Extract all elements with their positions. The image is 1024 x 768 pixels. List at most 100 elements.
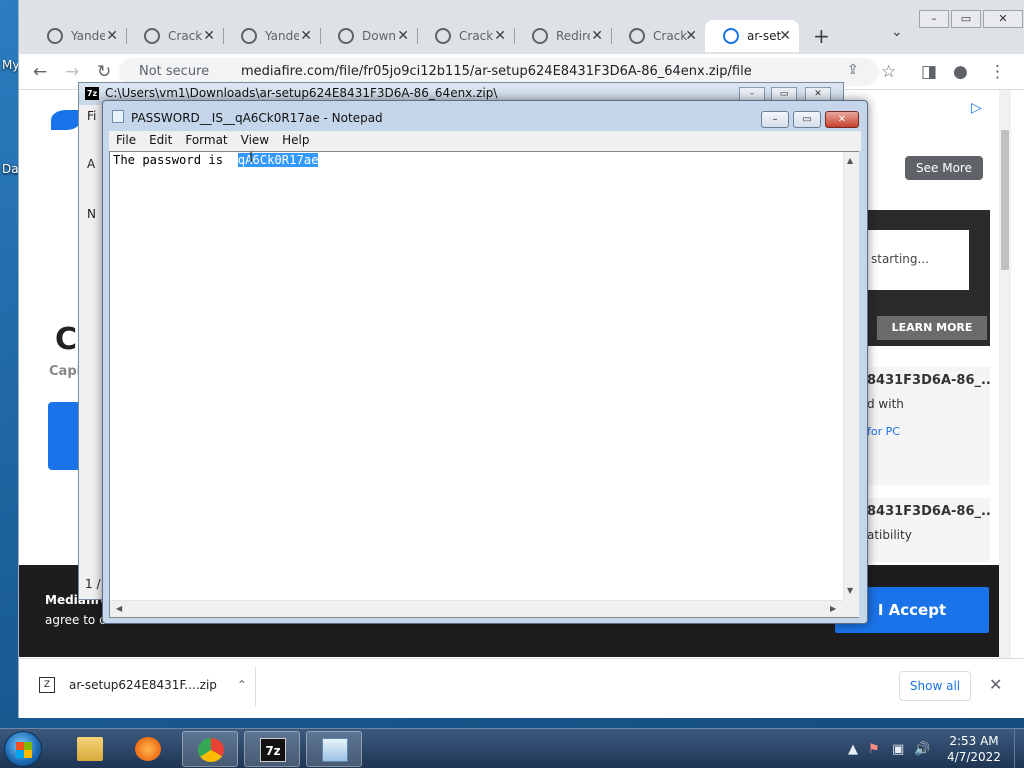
notepad-icon	[112, 110, 124, 123]
menu-help[interactable]: Help	[275, 131, 315, 151]
notepad-text-area[interactable]: The password is qA6Ck0R17ae I ▲ ▼ ◀ ▶	[109, 150, 859, 618]
tab-ar-setup[interactable]: ar-setup ✕	[705, 20, 799, 52]
ad-info-icon[interactable]: ▷	[971, 100, 982, 116]
taskbar-explorer[interactable]	[62, 731, 118, 767]
scroll-down-icon[interactable]: ▼	[847, 586, 853, 595]
maximize-button[interactable]: ▭	[793, 111, 821, 128]
taskbar-media-player[interactable]	[120, 731, 176, 767]
wordpress-icon	[47, 28, 63, 44]
show-desktop-button[interactable]	[1014, 729, 1024, 768]
download-file-name[interactable]: ar-setup624E8431F....zip	[69, 678, 217, 692]
taskbar-7zip[interactable]: 7z	[244, 731, 300, 767]
password-prefix-text: The password is	[113, 153, 238, 167]
related-file-link[interactable]: for PC	[867, 425, 900, 438]
scroll-right-icon[interactable]: ▶	[830, 604, 836, 613]
tab-close-icon[interactable]: ✕	[779, 28, 791, 44]
close-icon[interactable]: ✕	[989, 675, 1002, 694]
scroll-up-icon[interactable]: ▲	[847, 156, 853, 165]
network-icon[interactable]: ▣	[892, 742, 904, 757]
volume-icon[interactable]: 🔊	[914, 742, 930, 757]
menu-edit[interactable]: Edit	[142, 131, 178, 151]
scroll-left-icon[interactable]: ◀	[116, 604, 122, 613]
profile-icon[interactable]: ●	[953, 62, 968, 82]
close-button[interactable]: ✕	[983, 10, 1023, 28]
action-center-icon[interactable]: ⚑	[868, 742, 880, 757]
forward-icon[interactable]: →	[65, 62, 79, 82]
tab-close-icon[interactable]: ✕	[685, 28, 697, 44]
taskbar-notepad[interactable]	[306, 731, 362, 767]
see-more-button[interactable]: See More	[905, 156, 983, 180]
show-all-button[interactable]: Show all	[899, 671, 971, 701]
tab-title: Yandex	[265, 29, 299, 43]
tab-close-icon[interactable]: ✕	[300, 28, 312, 44]
tab-yandex[interactable]: Yandex ✕	[29, 20, 127, 52]
tab-crack[interactable]: Crack ✕	[417, 20, 515, 52]
sevenzip-toolbar-add[interactable]: A	[87, 157, 95, 171]
tab-title: ar-setup	[747, 29, 781, 43]
chrome-menu-icon[interactable]: ⋮	[989, 62, 1006, 82]
bookmark-star-icon[interactable]: ☆	[881, 62, 896, 82]
related-file-desc: d with	[867, 397, 904, 411]
related-file-desc: atibility	[867, 528, 912, 542]
tab-close-icon[interactable]: ✕	[591, 28, 603, 44]
page-scrollbar[interactable]	[999, 90, 1011, 658]
scrollbar-thumb[interactable]	[1001, 130, 1009, 270]
clock-date: 4/7/2022	[947, 750, 1001, 764]
resize-grip[interactable]	[843, 600, 859, 617]
notepad-icon	[322, 738, 348, 762]
taskbar-chrome[interactable]	[182, 731, 238, 767]
globe-icon	[629, 28, 645, 44]
tab-yandex[interactable]: Yandex ✕	[223, 20, 321, 52]
side-panel-icon[interactable]: ◨	[921, 62, 937, 82]
chrome-icon	[198, 738, 224, 762]
share-icon[interactable]: ⇪	[847, 62, 859, 78]
chevron-up-icon[interactable]: ⌃	[237, 678, 247, 692]
tab-download[interactable]: Download ✕	[320, 20, 418, 52]
folder-icon	[77, 737, 103, 761]
sevenzip-column-name[interactable]: N	[87, 207, 96, 221]
tab-close-icon[interactable]: ✕	[203, 28, 215, 44]
tab-close-icon[interactable]: ✕	[397, 28, 409, 44]
tab-crack[interactable]: Crack ✕	[126, 20, 224, 52]
tab-title: Crack	[459, 29, 493, 43]
notepad-titlebar[interactable]: PASSWORD__IS__qA6Ck0R17ae - Notepad – ▭ …	[103, 101, 867, 129]
maximize-button[interactable]: ▭	[951, 10, 981, 28]
tab-redirect[interactable]: Redirect ✕	[514, 20, 612, 52]
menu-view[interactable]: View	[234, 131, 275, 151]
not-secure-label[interactable]: Not secure	[139, 64, 209, 79]
tab-title: Crack	[653, 29, 687, 43]
url-text[interactable]: mediafire.com/file/fr05jo9ci12b115/ar-se…	[241, 64, 752, 79]
new-tab-button[interactable]: +	[813, 24, 830, 48]
menu-format[interactable]: Format	[178, 131, 233, 151]
close-button[interactable]: ✕	[825, 111, 859, 128]
zip-file-icon: Z	[39, 677, 55, 693]
reload-icon[interactable]: ↻	[97, 62, 111, 82]
starting-text: starting...	[865, 230, 969, 290]
vertical-scrollbar[interactable]: ▲ ▼	[843, 152, 859, 600]
globe-icon	[144, 28, 160, 44]
media-player-icon	[135, 737, 161, 761]
menu-file[interactable]: File	[109, 131, 142, 151]
system-clock[interactable]: 2:53 AM 4/7/2022	[944, 733, 1004, 765]
tab-search-button[interactable]: ⌄	[891, 24, 903, 40]
related-file-card[interactable]: 8431F3D6A-86_... d with for PC	[865, 367, 990, 485]
tab-close-icon[interactable]: ✕	[106, 28, 118, 44]
minimize-button[interactable]: –	[919, 10, 949, 28]
sevenzip-menu-file[interactable]: Fi	[87, 109, 96, 123]
start-button[interactable]	[4, 731, 42, 767]
notepad-text[interactable]: The password is qA6Ck0R17ae	[113, 153, 319, 167]
notepad-menubar: File Edit Format View Help	[109, 131, 861, 151]
tab-close-icon[interactable]: ✕	[494, 28, 506, 44]
minimize-button[interactable]: –	[761, 111, 789, 128]
related-file-card[interactable]: 8431F3D6A-86_... atibility	[865, 498, 990, 562]
download-item[interactable]: Z ar-setup624E8431F....zip ⌃	[39, 677, 247, 693]
tab-crack[interactable]: Crack ✕	[611, 20, 705, 52]
desktop-icon-label[interactable]: My	[2, 58, 19, 72]
back-icon[interactable]: ←	[33, 62, 47, 82]
learn-more-button[interactable]: LEARN MORE	[877, 316, 987, 340]
tray-overflow-icon[interactable]: ▲	[848, 742, 858, 757]
desktop-icon-label[interactable]: Da	[2, 162, 19, 176]
ad-card: starting... LEARN MORE	[865, 210, 990, 346]
tab-title: Yandex	[71, 29, 105, 43]
horizontal-scrollbar[interactable]: ◀ ▶	[110, 600, 843, 617]
